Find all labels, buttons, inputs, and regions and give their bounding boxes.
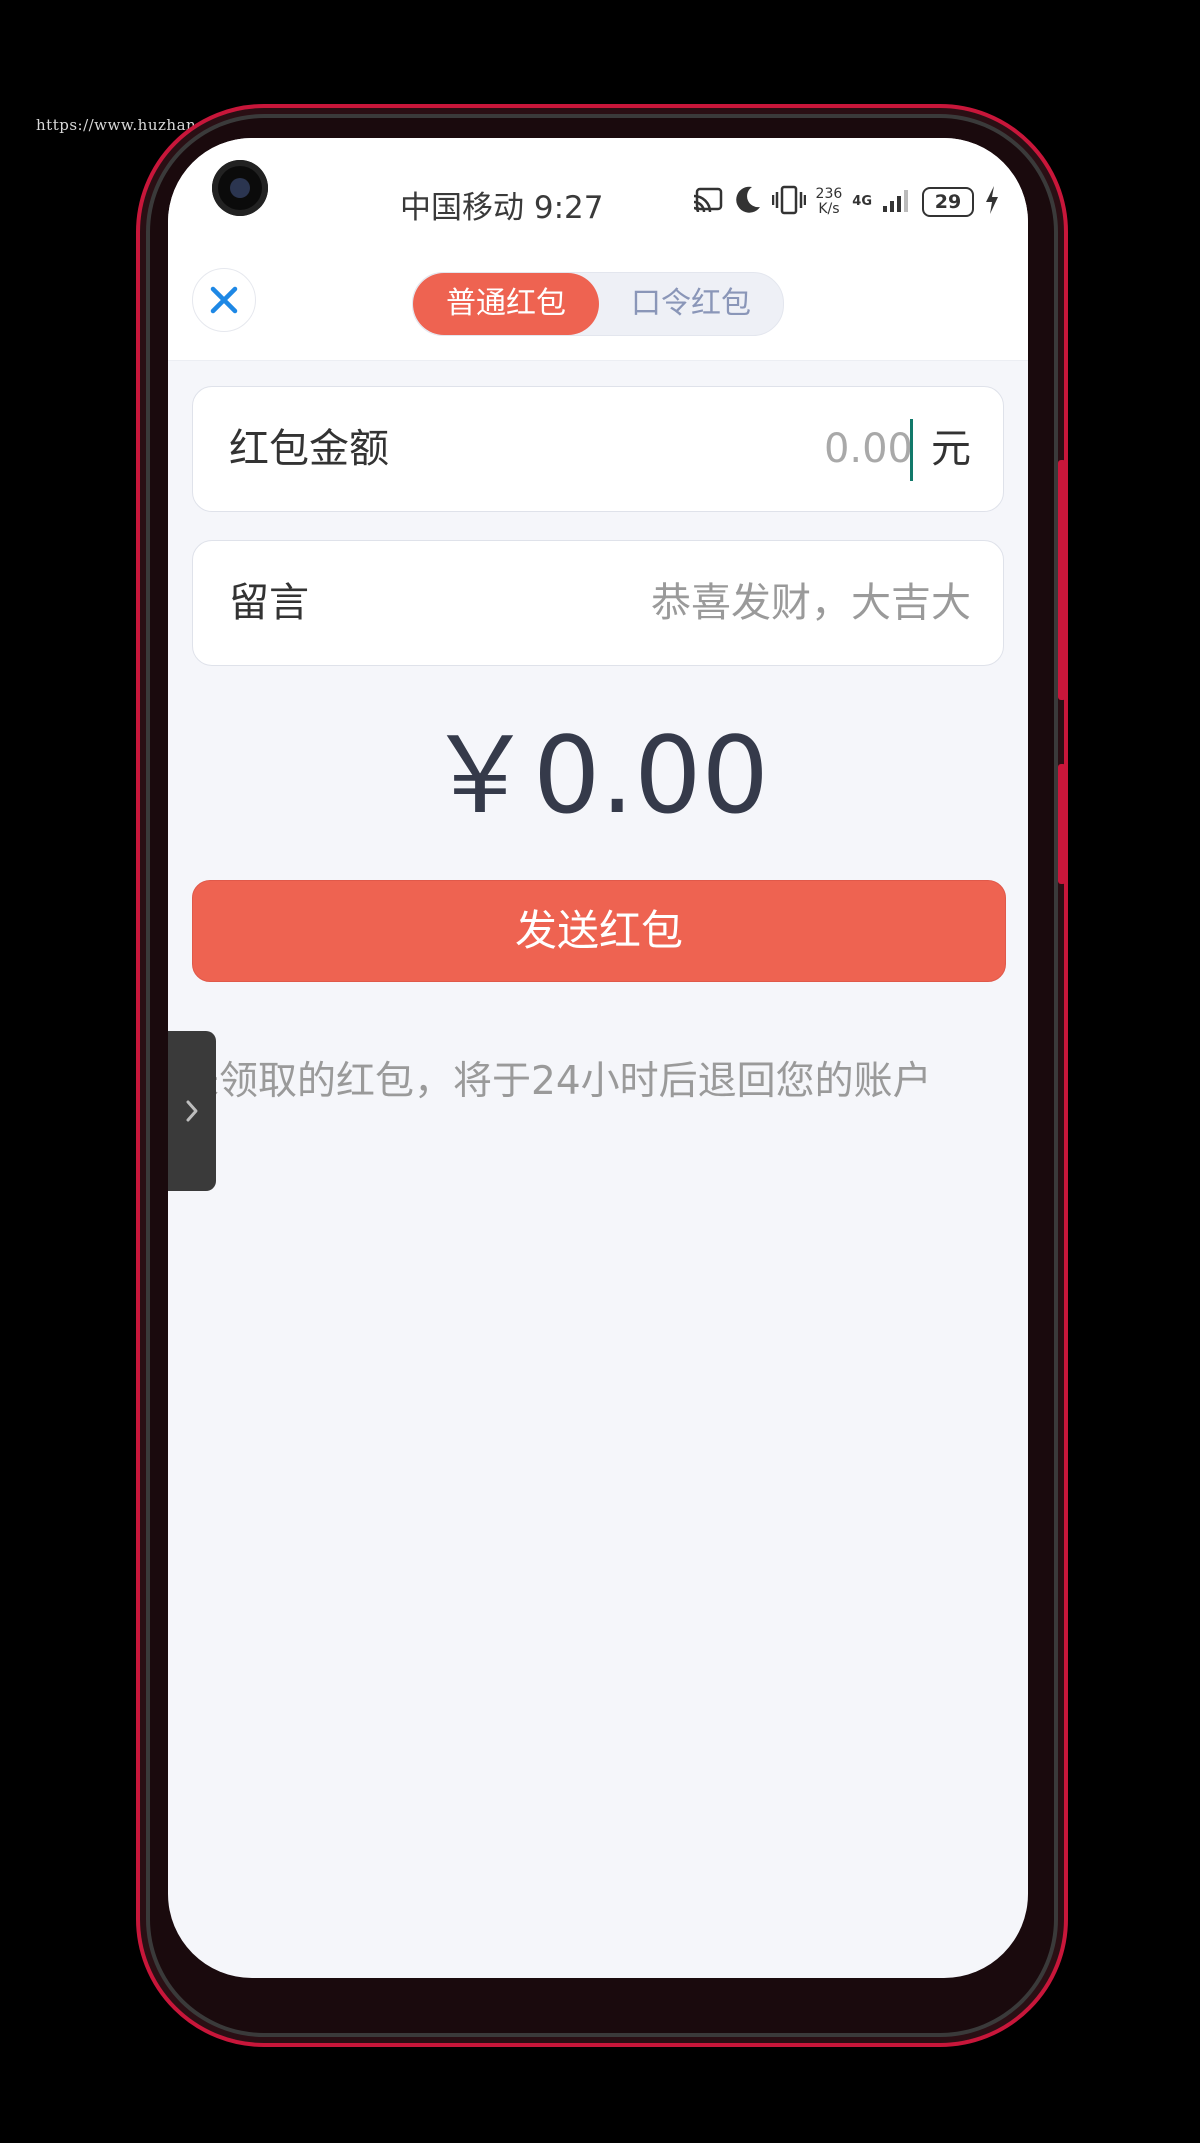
cast-icon	[692, 186, 724, 218]
message-label: 留言	[229, 580, 309, 626]
refund-notice: 未领取的红包，将于24小时后退回您的账户	[180, 1059, 932, 1104]
amount-field[interactable]: 红包金额 0.00 元	[192, 386, 1004, 512]
status-bar: 中国移动 9:27 236 K/s 4G 29	[168, 138, 1028, 226]
message-input[interactable]: 恭喜发财，大吉大	[651, 541, 971, 665]
side-drawer-handle[interactable]	[168, 1031, 216, 1191]
envelope-type-tabs: 普通红包 口令红包	[412, 272, 784, 336]
total-amount: ￥0.00	[426, 714, 769, 837]
send-envelope-button[interactable]: 发送红包	[192, 880, 1006, 982]
stage: https://www.huzhan.com/ishop29803 中国移动 9…	[0, 0, 1200, 2143]
charging-icon	[984, 185, 1000, 219]
speed-unit: K/s	[818, 201, 840, 217]
network-speed: 236 K/s	[816, 187, 843, 217]
signal-icon	[882, 186, 912, 218]
chevron-right-icon	[186, 1100, 198, 1122]
text-cursor	[910, 419, 913, 481]
message-field[interactable]: 留言 恭喜发财，大吉大	[192, 540, 1004, 666]
tab-password-envelope[interactable]: 口令红包	[599, 273, 783, 335]
top-bar: 普通红包 口令红包	[168, 222, 1028, 361]
status-icons: 236 K/s 4G 29	[692, 182, 1000, 222]
amount-label: 红包金额	[229, 426, 389, 472]
phone-screen: 中国移动 9:27 236 K/s 4G 29 普通红包 口令红包 红包金额 0…	[168, 138, 1028, 1978]
battery-icon: 29	[922, 187, 974, 217]
tab-normal-envelope[interactable]: 普通红包	[413, 273, 599, 335]
close-button[interactable]	[192, 268, 256, 332]
front-camera	[212, 160, 268, 216]
amount-unit: 元	[931, 426, 971, 472]
carrier-time: 中国移动 9:27	[400, 190, 604, 226]
network-type: 4G	[852, 194, 872, 209]
phone-side-button-upper	[1058, 460, 1066, 700]
vibrate-icon	[771, 185, 806, 219]
speed-value: 236	[815, 186, 843, 202]
phone-side-button-lower	[1058, 764, 1066, 884]
close-icon	[210, 286, 238, 314]
moon-icon	[734, 185, 762, 219]
amount-input[interactable]: 0.00	[824, 387, 913, 511]
